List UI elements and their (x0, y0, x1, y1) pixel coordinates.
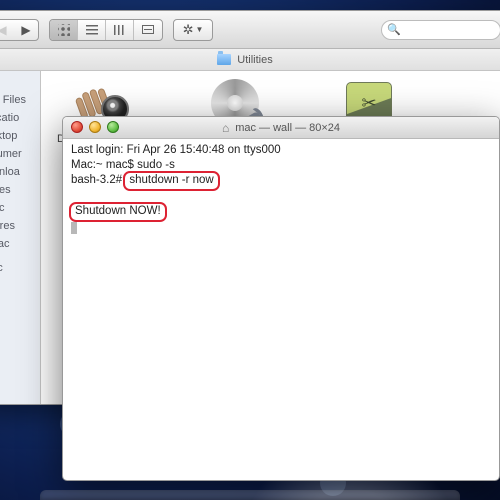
view-icons[interactable] (50, 20, 78, 40)
list-icon (86, 25, 98, 35)
folder-icon (217, 54, 231, 65)
terminal-window: ⌂ mac — wall — 80×24 Last login: Fri Apr… (62, 116, 500, 481)
sidebar-item-pictures[interactable]: ctures (0, 217, 40, 235)
home-icon: ⌂ (222, 121, 229, 135)
term-prompt-2: bash-3.2# (71, 174, 125, 186)
terminal-title: mac — wall — 80×24 (235, 122, 340, 134)
back-icon: ◀ (0, 23, 7, 37)
terminal-cursor (71, 222, 77, 234)
close-icon[interactable] (71, 121, 83, 133)
sidebar-item-music[interactable]: usic (0, 199, 40, 217)
gear-icon: ✲ (183, 23, 194, 36)
chevron-down-icon: ▼ (195, 25, 203, 34)
term-prompt-1: Mac:~ mac$ (71, 159, 137, 171)
view-list[interactable] (78, 20, 106, 40)
grid-icon (58, 24, 70, 36)
finder-search[interactable]: 🔍 (381, 20, 500, 40)
view-mode-switch[interactable] (49, 19, 163, 41)
terminal-body[interactable]: Last login: Fri Apr 26 15:40:48 on ttys0… (63, 139, 499, 480)
finder-sidebar[interactable]: ES My Files plicatio esktop ocumer ownlo… (0, 71, 41, 404)
path-label: Utilities (237, 54, 272, 66)
view-coverflow[interactable] (134, 20, 162, 40)
sidebar-item-desktop[interactable]: esktop (0, 127, 40, 145)
finder-toolbar: ◀ ▶ ✲▼ 🔍 (0, 11, 500, 49)
sidebar-item-usermac[interactable]: rMac (0, 235, 40, 253)
coverflow-icon (142, 25, 154, 34)
zoom-icon[interactable] (107, 121, 119, 133)
path-bar[interactable]: Utilities (0, 49, 500, 71)
columns-icon (114, 25, 126, 35)
sidebar-item-documents[interactable]: ocumer (0, 145, 40, 163)
nav-back-forward[interactable]: ◀ ▶ (0, 19, 39, 41)
terminal-titlebar[interactable]: ⌂ mac — wall — 80×24 (63, 117, 499, 139)
term-line-login: Last login: Fri Apr 26 15:40:48 on ttys0… (71, 144, 281, 156)
window-traffic-lights[interactable] (71, 121, 119, 133)
sidebar-item-pc[interactable]: l-pc (0, 259, 40, 277)
view-columns[interactable] (106, 20, 134, 40)
sidebar-item-downloads[interactable]: ownloa (0, 163, 40, 181)
dock[interactable] (40, 490, 460, 500)
search-icon: 🔍 (387, 23, 401, 36)
sidebar-item-movies[interactable]: ovies (0, 181, 40, 199)
term-cmd-1: sudo -s (137, 159, 175, 171)
highlight-wall-msg: Shutdown NOW! (69, 202, 167, 222)
highlight-shutdown-cmd: shutdown -r now (123, 171, 219, 191)
minimize-icon[interactable] (89, 121, 101, 133)
sidebar-item-applications[interactable]: plicatio (0, 109, 40, 127)
action-menu[interactable]: ✲▼ (173, 19, 213, 41)
forward-icon: ▶ (21, 23, 30, 37)
sidebar-item-myfiles[interactable]: My Files (0, 91, 40, 109)
sidebar-header: ES (0, 75, 40, 91)
